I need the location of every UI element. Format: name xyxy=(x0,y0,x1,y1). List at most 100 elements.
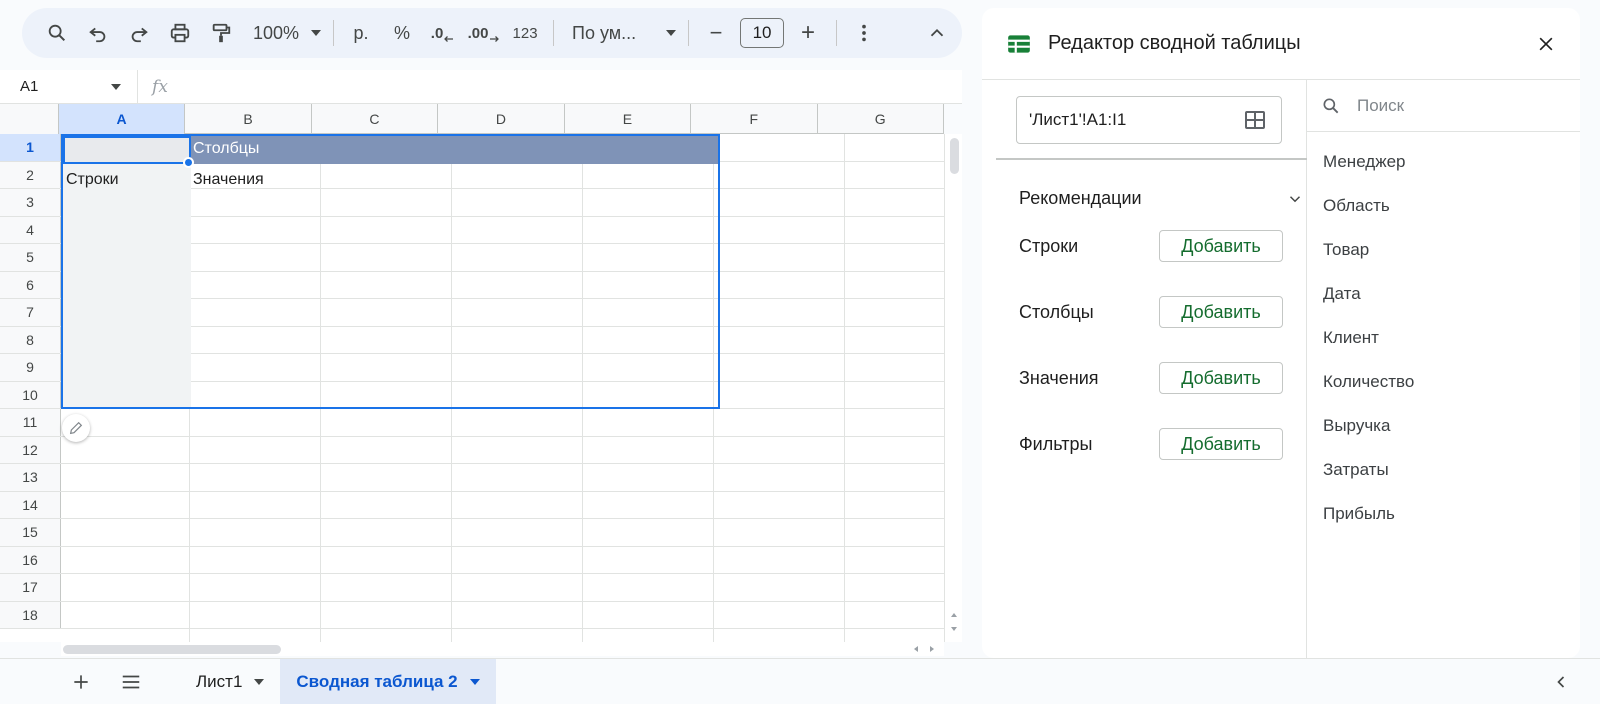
close-icon xyxy=(1539,37,1553,51)
list-item[interactable]: Дата xyxy=(1307,272,1580,316)
row-header[interactable]: 2 xyxy=(0,161,61,188)
pivot-columns-field[interactable] xyxy=(191,136,718,164)
add-values-button[interactable]: Добавить xyxy=(1159,362,1283,394)
scroll-down-icon[interactable] xyxy=(949,624,959,634)
list-item[interactable]: Прибыль xyxy=(1307,492,1580,536)
more-formats-button[interactable]: 123 xyxy=(508,16,542,50)
row-header[interactable]: 8 xyxy=(0,326,61,353)
filters-section: Фильтры Добавить xyxy=(1019,428,1283,460)
select-all-corner[interactable] xyxy=(0,104,59,134)
list-item[interactable]: Выручка xyxy=(1307,404,1580,448)
data-range-input[interactable]: 'Лист1'!A1:I1 xyxy=(1016,96,1282,144)
scroll-right-icon[interactable] xyxy=(927,644,937,654)
vertical-scroll-thumb[interactable] xyxy=(950,138,959,174)
undo-button[interactable] xyxy=(81,16,115,50)
collapse-toolbar-button[interactable] xyxy=(920,16,954,50)
list-item[interactable]: Товар xyxy=(1307,228,1580,272)
cell-b1[interactable]: Столбцы xyxy=(193,140,259,158)
column-header-b[interactable]: B xyxy=(185,104,312,134)
grid-select-icon[interactable] xyxy=(1243,108,1267,132)
add-columns-button[interactable]: Добавить xyxy=(1159,296,1283,328)
list-item[interactable]: Количество xyxy=(1307,360,1580,404)
add-rows-button[interactable]: Добавить xyxy=(1159,230,1283,262)
print-icon xyxy=(170,23,190,43)
increase-decimal-button[interactable]: .00 xyxy=(467,16,501,50)
percent-format-button[interactable]: % xyxy=(385,16,419,50)
column-header-d[interactable]: D xyxy=(438,104,565,134)
row-header[interactable]: 4 xyxy=(0,216,61,243)
zoom-select[interactable]: 100% xyxy=(245,23,329,44)
paint-format-button[interactable] xyxy=(204,16,238,50)
row-header[interactable]: 12 xyxy=(0,436,61,463)
pivot-rows-field[interactable] xyxy=(63,164,191,407)
pivot-table-area[interactable]: Столбцы Строки Значения xyxy=(61,134,720,409)
add-filters-button[interactable]: Добавить xyxy=(1159,428,1283,460)
decrease-decimal-button[interactable]: .0 xyxy=(426,16,460,50)
undo-icon xyxy=(89,27,106,43)
row-header[interactable]: 17 xyxy=(0,574,61,601)
column-header-g[interactable]: G xyxy=(818,104,944,134)
currency-format-button[interactable]: р. xyxy=(344,16,378,50)
decrease-font-size-button[interactable]: − xyxy=(699,16,733,50)
list-item[interactable]: Затраты xyxy=(1307,448,1580,492)
list-item[interactable]: Область xyxy=(1307,184,1580,228)
divider xyxy=(996,158,1307,160)
row-header[interactable]: 14 xyxy=(0,491,61,518)
arrow-right-icon xyxy=(490,36,500,42)
column-header-c[interactable]: C xyxy=(312,104,439,134)
zoom-value: 100% xyxy=(253,22,300,43)
sheet-tab-list1[interactable]: Лист1 xyxy=(180,659,280,704)
scroll-left-icon[interactable] xyxy=(911,644,921,654)
column-header-a[interactable]: A xyxy=(58,104,186,134)
row-header[interactable]: 11 xyxy=(0,409,61,436)
selected-cell-a1[interactable] xyxy=(63,136,191,164)
add-sheet-button[interactable] xyxy=(56,659,106,704)
cell-b2[interactable]: Значения xyxy=(193,171,264,189)
row-header[interactable]: 1 xyxy=(0,134,61,161)
row-header[interactable]: 9 xyxy=(0,354,61,381)
row-header[interactable]: 6 xyxy=(0,271,61,298)
collapse-side-panel-button[interactable] xyxy=(1536,659,1586,704)
list-item[interactable]: Менеджер xyxy=(1307,140,1580,184)
scroll-up-icon[interactable] xyxy=(949,610,959,620)
row-header[interactable]: 3 xyxy=(0,189,61,216)
horizontal-scrollbar[interactable] xyxy=(61,642,944,656)
sheet-tab-pivot-table-2[interactable]: Сводная таблица 2 xyxy=(280,658,496,704)
horizontal-scroll-thumb[interactable] xyxy=(63,645,281,654)
row-header[interactable]: 7 xyxy=(0,299,61,326)
edit-pivot-button[interactable] xyxy=(62,414,90,442)
table-row: 12 xyxy=(0,436,944,464)
spreadsheet-grid[interactable]: A B C D E F G 1 2 3 4 5 6 7 8 9 10 11 12… xyxy=(0,104,944,642)
vertical-scrollbar[interactable] xyxy=(944,134,962,642)
list-item[interactable]: Клиент xyxy=(1307,316,1580,360)
row-header[interactable]: 15 xyxy=(0,519,61,546)
font-size-input[interactable]: 10 xyxy=(740,18,785,48)
row-header[interactable]: 10 xyxy=(0,381,61,408)
font-select[interactable]: По ум... xyxy=(564,23,684,44)
row-header[interactable]: 16 xyxy=(0,546,61,573)
row-header[interactable]: 13 xyxy=(0,464,61,491)
columns-section: Столбцы Добавить xyxy=(1019,296,1283,328)
chevron-down-icon[interactable] xyxy=(254,678,265,685)
cell-a2[interactable]: Строки xyxy=(66,171,119,189)
chevron-down-icon xyxy=(666,30,677,36)
column-header-e[interactable]: E xyxy=(565,104,692,134)
row-header[interactable]: 5 xyxy=(0,244,61,271)
name-box[interactable]: A1 xyxy=(0,70,138,103)
field-search[interactable]: Поиск xyxy=(1307,80,1580,132)
selection-drag-handle[interactable] xyxy=(183,157,194,168)
redo-button[interactable] xyxy=(122,16,156,50)
recommendations-toggle[interactable]: Рекомендации xyxy=(1019,188,1304,209)
formula-input[interactable] xyxy=(182,70,962,103)
chevron-down-icon[interactable] xyxy=(469,678,480,685)
print-button[interactable] xyxy=(163,16,197,50)
more-options-button[interactable] xyxy=(847,16,881,50)
column-header-f[interactable]: F xyxy=(691,104,818,134)
search-menu-button[interactable] xyxy=(40,16,74,50)
pivot-table-editor: Редактор сводной таблицы 'Лист1'!A1:I1 Р… xyxy=(982,8,1580,658)
close-button[interactable] xyxy=(1534,32,1558,56)
increase-font-size-button[interactable]: + xyxy=(791,16,825,50)
all-sheets-button[interactable] xyxy=(106,659,156,704)
row-header[interactable]: 18 xyxy=(0,601,61,628)
panel-header: Редактор сводной таблицы xyxy=(982,8,1580,80)
